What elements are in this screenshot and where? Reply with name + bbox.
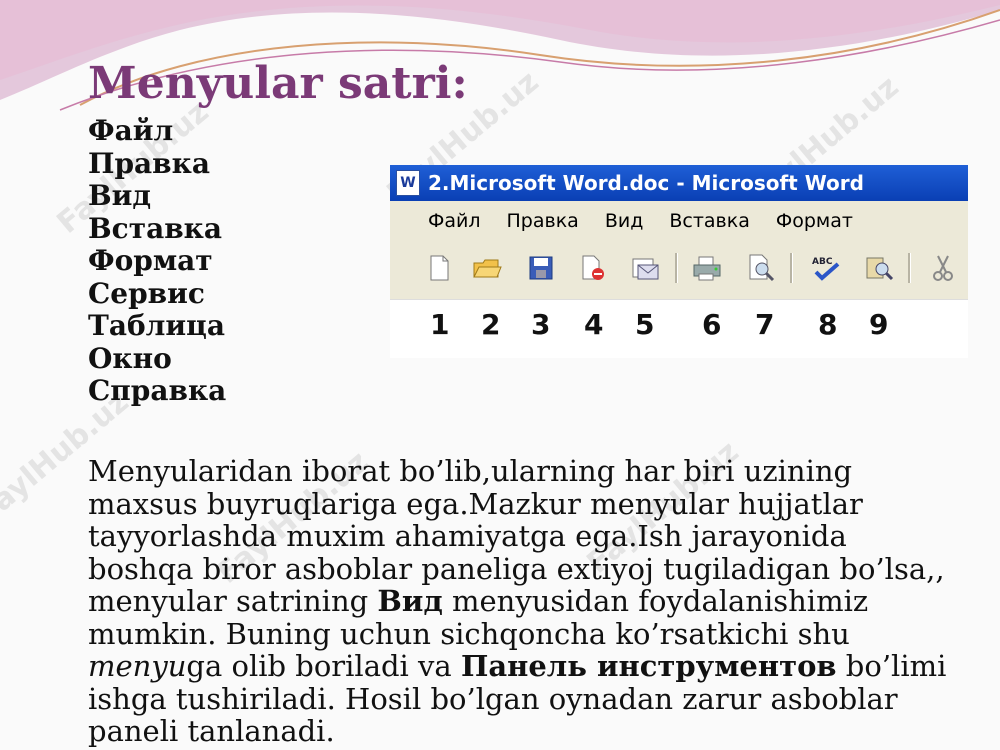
menu-insert[interactable]: Вставка <box>669 210 750 232</box>
word-menu-bar: Файл Правка Вид Вставка Формат <box>390 201 968 241</box>
menu-edit[interactable]: Правка <box>507 210 579 232</box>
menu-view[interactable]: Вид <box>605 210 644 232</box>
menu-list-item: Файл <box>88 114 174 147</box>
email-icon[interactable] <box>630 253 660 283</box>
print-icon[interactable] <box>692 253 722 283</box>
menu-list-item: Правка <box>88 146 210 180</box>
word-screenshot: W 2.Microsoft Word.doc - Microsoft Word … <box>390 165 968 358</box>
paragraph-text: ga olib boriladi va <box>186 649 461 683</box>
description-paragraph: Menyularidan iborat bo’lib,ularning har … <box>88 455 948 748</box>
word-toolbar: ABC <box>390 241 968 300</box>
toolbar-number: 9 <box>869 308 889 341</box>
word-title-bar: W 2.Microsoft Word.doc - Microsoft Word <box>390 165 968 201</box>
toolbar-separator <box>790 253 793 283</box>
menu-list-item: Сервис <box>88 276 205 310</box>
toolbar-number: 8 <box>818 308 838 341</box>
toolbar-separator <box>908 253 911 283</box>
word-window-title: 2.Microsoft Word.doc - Microsoft Word <box>428 171 864 195</box>
paragraph-bold-text: Панель инструментов <box>460 649 837 683</box>
menu-list-item: Вставка <box>88 211 223 245</box>
toolbar-numbers: 1 2 3 4 5 6 7 8 9 <box>390 300 968 358</box>
menu-list-item: Формат <box>88 244 213 277</box>
menu-file[interactable]: Файл <box>428 210 481 232</box>
svg-text:ABC: ABC <box>812 257 833 267</box>
word-document-icon: W <box>396 170 420 196</box>
toolbar-number: 5 <box>635 308 655 341</box>
save-icon[interactable] <box>526 253 556 283</box>
toolbar-number: 2 <box>481 308 501 341</box>
permission-icon[interactable] <box>578 253 608 283</box>
spelling-check-icon[interactable]: ABC <box>810 253 840 283</box>
research-icon[interactable] <box>864 253 894 283</box>
toolbar-number: 1 <box>430 308 450 341</box>
toolbar-number: 7 <box>755 308 775 341</box>
open-folder-icon[interactable] <box>472 253 502 283</box>
cut-icon[interactable] <box>928 253 958 283</box>
slide-title: Menyular satri: <box>88 58 468 109</box>
menu-format[interactable]: Формат <box>776 210 853 232</box>
toolbar-number: 6 <box>702 308 722 341</box>
toolbar-number: 4 <box>584 308 604 341</box>
menu-list: Файл Правка Вид Вставка Формат Сервис Та… <box>88 114 227 408</box>
print-preview-icon[interactable] <box>746 253 776 283</box>
paragraph-bold-text: Вид <box>377 584 443 618</box>
menu-list-item: Таблица <box>88 309 225 342</box>
menu-list-item: Справка <box>88 374 227 407</box>
toolbar-number: 3 <box>531 308 551 341</box>
toolbar-separator <box>675 253 678 283</box>
new-document-icon[interactable] <box>424 253 454 283</box>
paragraph-italic-text: menyu <box>88 649 187 683</box>
menu-list-item: Окно <box>88 341 172 375</box>
menu-list-item: Вид <box>88 179 152 212</box>
